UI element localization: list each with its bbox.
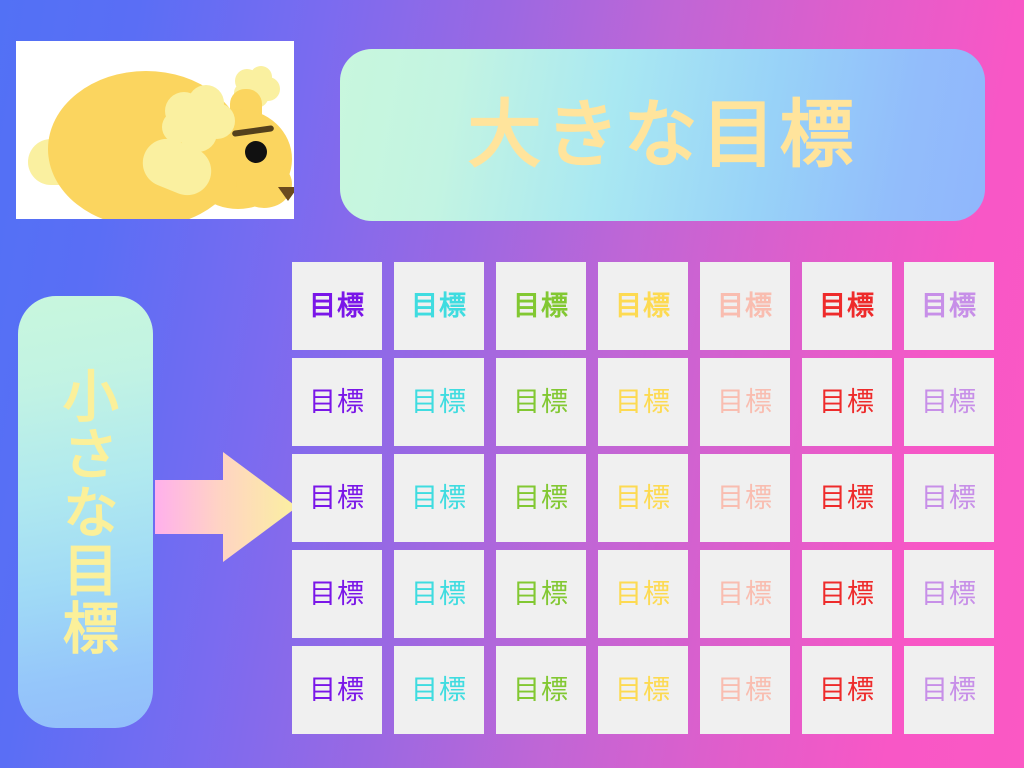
goal-card[interactable]: 目標 <box>802 550 892 638</box>
goal-card[interactable]: 目標 <box>904 262 994 350</box>
goal-card[interactable]: 目標 <box>598 358 688 446</box>
goal-card[interactable]: 目標 <box>292 646 382 734</box>
goal-card-label: 目標 <box>819 674 875 706</box>
goal-card-label: 目標 <box>717 386 773 418</box>
goal-card-label: 目標 <box>513 482 569 514</box>
goal-card-label: 目標 <box>819 290 875 322</box>
goal-card-label: 目標 <box>513 578 569 610</box>
goal-card-label: 目標 <box>921 290 977 322</box>
goal-card[interactable]: 目標 <box>904 646 994 734</box>
goal-card-label: 目標 <box>513 674 569 706</box>
goal-card-label: 目標 <box>717 290 773 322</box>
goal-card-label: 目標 <box>921 578 977 610</box>
sleeping-yellow-poodle-icon <box>16 41 294 219</box>
goal-card[interactable]: 目標 <box>700 454 790 542</box>
goal-card[interactable]: 目標 <box>598 454 688 542</box>
goal-card[interactable]: 目標 <box>802 358 892 446</box>
goal-card-label: 目標 <box>615 578 671 610</box>
goal-card[interactable]: 目標 <box>394 550 484 638</box>
goal-card-label: 目標 <box>921 386 977 418</box>
goal-card[interactable]: 目標 <box>904 550 994 638</box>
goal-card-label: 目標 <box>513 386 569 418</box>
goal-card-label: 目標 <box>717 482 773 514</box>
small-goal-panel: 小さな目標 <box>18 296 153 728</box>
goal-card-label: 目標 <box>819 386 875 418</box>
goal-card[interactable]: 目標 <box>394 262 484 350</box>
right-arrow-icon <box>155 452 297 562</box>
slide-canvas: 大きな目標 小さな目標 目標 目標 目標 目標 目標 目標 目標 目標 目標 目標 目標 目標 目標 目標… <box>0 0 1024 768</box>
goal-card-label: 目標 <box>615 386 671 418</box>
goal-card[interactable]: 目標 <box>598 646 688 734</box>
goal-card[interactable]: 目標 <box>700 646 790 734</box>
goal-card-label: 目標 <box>411 674 467 706</box>
goal-card-label: 目標 <box>717 674 773 706</box>
goal-card[interactable]: 目標 <box>496 262 586 350</box>
goal-card-label: 目標 <box>411 578 467 610</box>
goal-card[interactable]: 目標 <box>700 550 790 638</box>
goal-card[interactable]: 目標 <box>292 550 382 638</box>
goal-card-label: 目標 <box>819 482 875 514</box>
goal-card[interactable]: 目標 <box>292 262 382 350</box>
right-arrow <box>155 452 297 562</box>
goal-card-label: 目標 <box>921 674 977 706</box>
small-goals-grid: 目標 目標 目標 目標 目標 目標 目標 目標 目標 目標 目標 目標 目標 目標 目標 目標 目標 目標 目標 目標… <box>292 262 995 736</box>
goal-card[interactable]: 目標 <box>394 454 484 542</box>
goal-card-label: 目標 <box>411 290 467 322</box>
goal-card-label: 目標 <box>411 482 467 514</box>
goal-card[interactable]: 目標 <box>496 358 586 446</box>
goal-card-label: 目標 <box>615 482 671 514</box>
goal-card-label: 目標 <box>717 578 773 610</box>
goal-card[interactable]: 目標 <box>394 358 484 446</box>
goal-card[interactable]: 目標 <box>700 358 790 446</box>
goal-card-label: 目標 <box>309 578 365 610</box>
goal-card[interactable]: 目標 <box>598 550 688 638</box>
goal-card[interactable]: 目標 <box>496 646 586 734</box>
goal-card-label: 目標 <box>309 482 365 514</box>
goal-card-label: 目標 <box>615 674 671 706</box>
big-goal-title: 大きな目標 <box>467 92 858 178</box>
goal-card[interactable]: 目標 <box>598 262 688 350</box>
goal-card[interactable]: 目標 <box>904 358 994 446</box>
goal-card[interactable]: 目標 <box>904 454 994 542</box>
goal-card-label: 目標 <box>819 578 875 610</box>
goal-card[interactable]: 目標 <box>496 454 586 542</box>
goal-card[interactable]: 目標 <box>292 358 382 446</box>
small-goal-title: 小さな目標 <box>53 367 119 657</box>
goal-card-label: 目標 <box>615 290 671 322</box>
goal-card[interactable]: 目標 <box>802 646 892 734</box>
goal-card-label: 目標 <box>513 290 569 322</box>
goal-card[interactable]: 目標 <box>802 454 892 542</box>
goal-card-label: 目標 <box>921 482 977 514</box>
goal-card[interactable]: 目標 <box>394 646 484 734</box>
goal-card-label: 目標 <box>411 386 467 418</box>
goal-card[interactable]: 目標 <box>802 262 892 350</box>
big-goal-banner: 大きな目標 <box>340 49 985 221</box>
goal-card-label: 目標 <box>309 290 365 322</box>
goal-card[interactable]: 目標 <box>700 262 790 350</box>
goal-card-label: 目標 <box>309 674 365 706</box>
goal-card[interactable]: 目標 <box>496 550 586 638</box>
goal-card-label: 目標 <box>309 386 365 418</box>
goal-card[interactable]: 目標 <box>292 454 382 542</box>
illustration-frame <box>16 41 294 219</box>
